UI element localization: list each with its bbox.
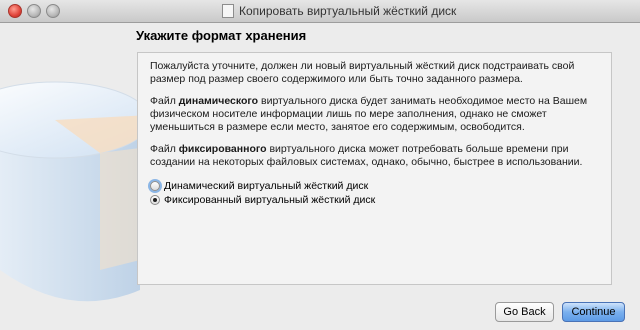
fixed-disk-radio[interactable] xyxy=(150,195,160,205)
minimize-window-button[interactable] xyxy=(27,4,41,18)
fixed-disk-option[interactable]: Фиксированный виртуальный жёсткий диск xyxy=(150,194,375,206)
fixed-description: Файл фиксированного виртуального диска м… xyxy=(150,143,583,168)
dynamic-disk-option[interactable]: Динамический виртуальный жёсткий диск xyxy=(150,180,368,192)
window-title-text: Копировать виртуальный жёсткий диск xyxy=(239,4,457,18)
window-titlebar: Копировать виртуальный жёсткий диск xyxy=(0,0,640,23)
window-title: Копировать виртуальный жёсткий диск xyxy=(222,4,456,18)
dynamic-disk-label: Динамический виртуальный жёсткий диск xyxy=(164,180,369,192)
intro-text: Пожалуйста уточните, должен ли новый вир… xyxy=(150,60,575,85)
fixed-disk-label: Фиксированный виртуальный жёсткий диск xyxy=(164,194,376,206)
close-window-button[interactable] xyxy=(8,4,22,18)
dynamic-disk-radio[interactable] xyxy=(150,181,160,191)
hard-disk-illustration-icon xyxy=(0,81,140,302)
document-icon xyxy=(222,4,234,18)
go-back-button[interactable]: Go Back xyxy=(495,302,554,322)
continue-button[interactable]: Continue xyxy=(562,302,625,322)
zoom-window-button[interactable] xyxy=(46,4,60,18)
page-title: Укажите формат хранения xyxy=(136,28,307,43)
dynamic-description: Файл динамического виртуального диска бу… xyxy=(150,95,588,133)
